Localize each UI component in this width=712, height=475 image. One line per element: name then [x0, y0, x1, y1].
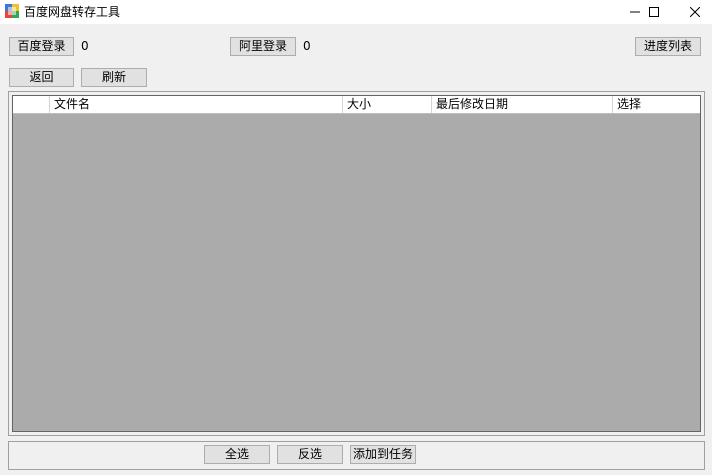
app-icon [5, 4, 19, 18]
column-header-row-selector[interactable] [13, 96, 50, 113]
maximize-button[interactable] [633, 0, 675, 24]
baidu-count: 0 [81, 39, 89, 53]
column-header-modified-date[interactable]: 最后修改日期 [432, 96, 613, 113]
baidu-login-button[interactable]: 百度登录 [9, 37, 74, 56]
back-button[interactable]: 返回 [9, 68, 74, 87]
close-icon [690, 7, 700, 17]
maximize-icon [649, 7, 659, 17]
progress-list-button[interactable]: 进度列表 [635, 37, 701, 56]
invert-selection-button[interactable]: 反选 [277, 445, 343, 464]
app-window: 百度网盘转存工具 百度登录 0 阿里登录 0 进度列表 返回 刷新 文件名 大小… [0, 0, 712, 475]
grid-header: 文件名 大小 最后修改日期 选择 [13, 96, 700, 114]
column-header-size[interactable]: 大小 [343, 96, 432, 113]
select-all-button[interactable]: 全选 [204, 445, 270, 464]
file-list-panel: 文件名 大小 最后修改日期 选择 [8, 91, 705, 436]
column-header-select[interactable]: 选择 [613, 96, 700, 113]
file-grid[interactable]: 文件名 大小 最后修改日期 选择 [12, 95, 701, 432]
add-to-task-button[interactable]: 添加到任务 [350, 445, 416, 464]
title-bar: 百度网盘转存工具 [0, 0, 712, 24]
window-title: 百度网盘转存工具 [24, 5, 121, 19]
column-header-filename[interactable]: 文件名 [50, 96, 343, 113]
close-button[interactable] [674, 0, 712, 24]
refresh-button[interactable]: 刷新 [81, 68, 147, 87]
ali-login-button[interactable]: 阿里登录 [230, 37, 296, 56]
ali-count: 0 [303, 39, 311, 53]
